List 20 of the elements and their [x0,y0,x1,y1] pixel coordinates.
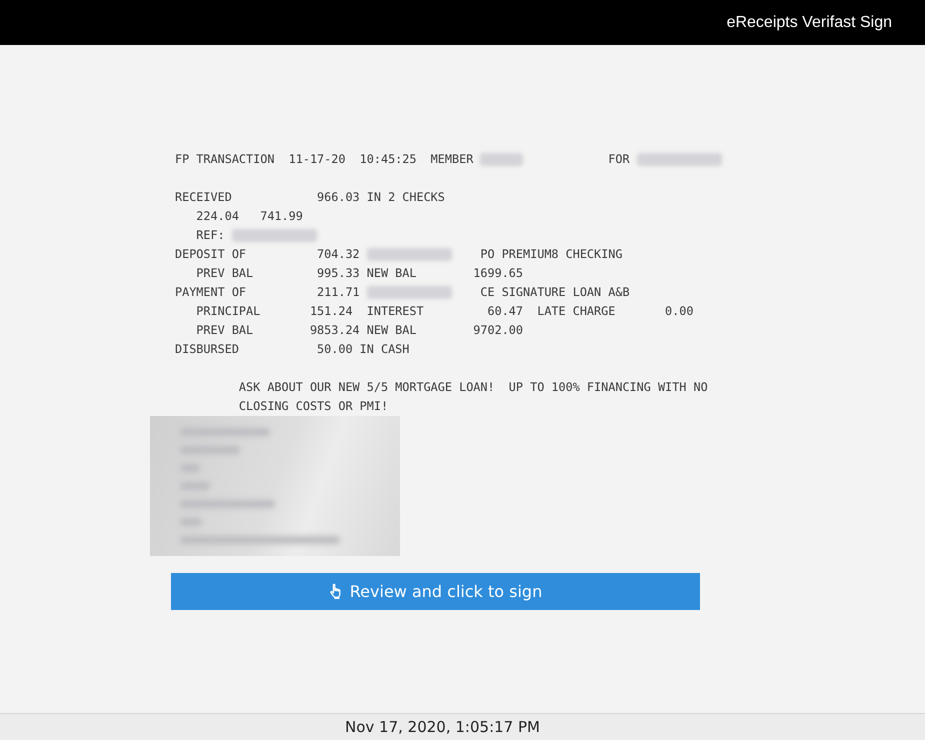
receipt-text: FOR [607,151,631,168]
receipt-text: FP TRANSACTION 11-17-20 10:45:25 MEMBER [175,151,474,168]
app-title: eReceipts Verifast Sign [726,14,892,32]
receipt-text: REF: [195,227,226,244]
receipt-text: DISBURSED 50.00 IN CASH [175,341,410,358]
receipt-text: CE SIGNATURE LOAN A&B [479,284,630,301]
receipt-text: 224.04 741.99 [195,208,303,225]
receipt-text: PRINCIPAL 151.24 INTEREST 60.47 LATE CHARGE 0.00 [195,303,694,320]
receipt-text: PREV BAL 995.33 NEW BAL 1699.65 [195,265,524,282]
redacted-text [480,153,524,166]
receipt-text: PREV BAL 9853.24 NEW BAL 9702.00 [195,322,524,339]
receipt-text: PAYMENT OF 211.71 [175,284,361,301]
receipt-text: PO PREMIUM8 CHECKING [479,246,622,263]
receipt-text: ASK ABOUT OUR NEW 5/5 MORTGAGE LOAN! UP TO 100% FINANCING WITH NO [238,379,708,396]
receipt-text: RECEIVED 966.03 IN 2 CHECKS [175,189,445,206]
pointer-hand-icon [328,583,343,600]
receipt-text: DEPOSIT OF 704.32 [175,246,361,263]
sign-button[interactable]: Review and click to sign [171,573,700,610]
timestamp: Nov 17, 2020, 1:05:17 PM [345,718,540,736]
receipt-text: CLOSING COSTS OR PMI! [238,398,388,415]
